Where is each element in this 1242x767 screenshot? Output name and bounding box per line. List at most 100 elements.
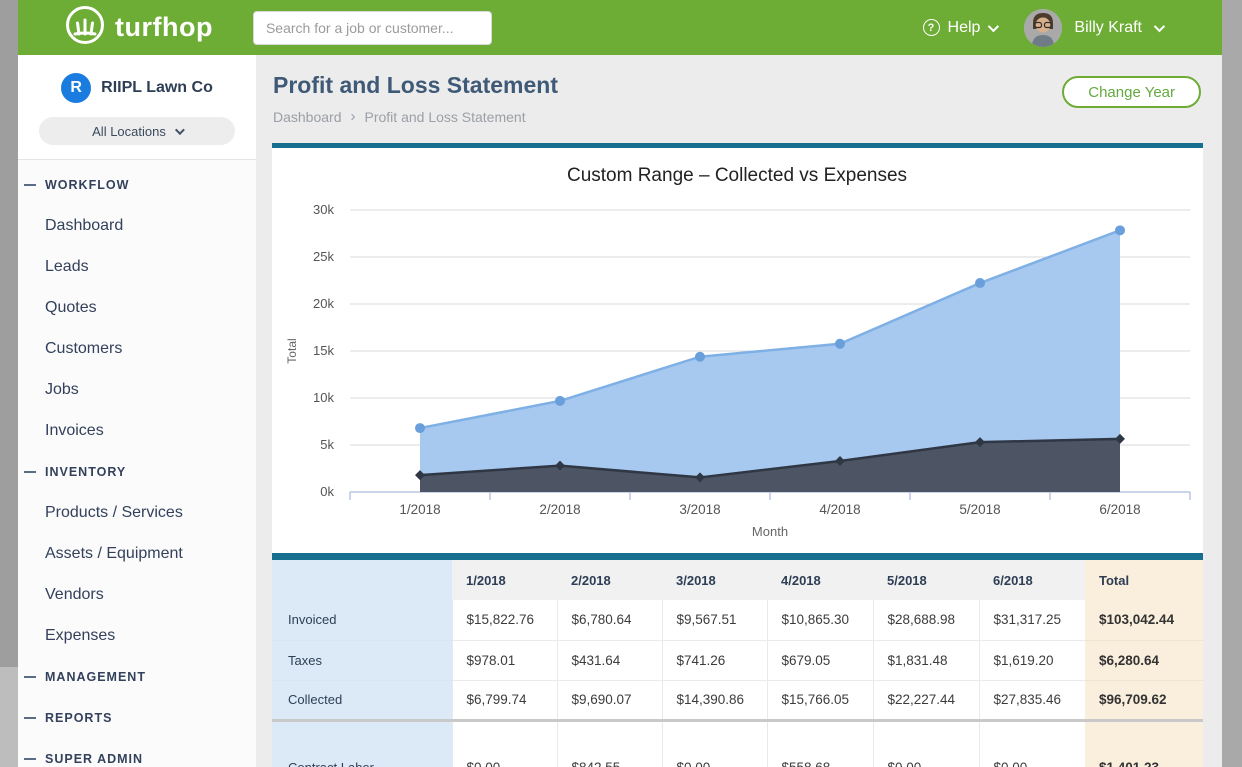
- location-filter-dropdown[interactable]: All Locations: [39, 117, 235, 145]
- nav-label: Vendors: [45, 586, 104, 604]
- column-header-1-2018: 1/2018: [452, 560, 557, 600]
- point-collected-4-2018[interactable]: [835, 339, 845, 349]
- cell-collected-5-2018: $22,227.44: [873, 680, 979, 720]
- nav-label: INVENTORY: [45, 465, 126, 479]
- sidebar: R RIIPL Lawn Co All Locations WORKFLOW Da…: [18, 55, 256, 767]
- spacer-cell: [662, 720, 767, 748]
- cell-collected-total: $96,709.62: [1085, 680, 1203, 720]
- help-menu[interactable]: ? Help: [923, 19, 997, 37]
- cell-collected-4-2018: $15,766.05: [767, 680, 873, 720]
- nav-label: Jobs: [45, 381, 79, 399]
- user-menu[interactable]: Billy Kraft: [1024, 9, 1162, 47]
- cell-contract-labor-1-2018: $0.00: [452, 748, 557, 767]
- table-row-collected: Collected$6,799.74$9,690.07$14,390.86$15…: [272, 680, 1203, 720]
- cell-contract-labor-total: $1,401.23: [1085, 748, 1203, 767]
- table-row-taxes: Taxes$978.01$431.64$741.26$679.05$1,831.…: [272, 640, 1203, 680]
- cell-invoiced-total: $103,042.44: [1085, 600, 1203, 640]
- change-year-button[interactable]: Change Year: [1062, 76, 1201, 108]
- nav-label: Expenses: [45, 627, 115, 645]
- table-row-invoiced: Invoiced$15,822.76$6,780.64$9,567.51$10,…: [272, 600, 1203, 640]
- cell-invoiced-2-2018: $6,780.64: [557, 600, 662, 640]
- point-collected-1-2018[interactable]: [415, 423, 425, 433]
- right-scrollbar[interactable]: [1222, 0, 1242, 767]
- nav-label: Quotes: [45, 299, 97, 317]
- pl-chart-card: Custom Range – Collected vs Expenses 0k 5k…: [272, 143, 1203, 553]
- point-collected-5-2018[interactable]: [975, 278, 985, 288]
- sidebar-item-assets-equipment[interactable]: Assets / Equipment: [18, 533, 256, 574]
- cell-contract-labor-6-2018: $0.00: [979, 748, 1085, 767]
- company-logo-icon: R: [61, 73, 91, 103]
- cell-invoiced-5-2018: $28,688.98: [873, 600, 979, 640]
- chevron-down-icon: [988, 20, 999, 31]
- nav-label: WORKFLOW: [45, 178, 129, 192]
- sidebar-item-expenses[interactable]: Expenses: [18, 615, 256, 656]
- breadcrumb: Dashboard › Profit and Loss Statement: [273, 108, 1202, 125]
- sidebar-section-reports[interactable]: REPORTS: [18, 697, 256, 738]
- nav-label: Leads: [45, 258, 89, 276]
- x-axis-label: Month: [752, 524, 788, 539]
- sidebar-section-super-admin[interactable]: SUPER ADMIN: [18, 738, 256, 767]
- breadcrumb-dashboard[interactable]: Dashboard: [273, 109, 342, 125]
- row-label: Contract Labor: [272, 748, 452, 767]
- sidebar-item-quotes[interactable]: Quotes: [18, 287, 256, 328]
- top-header: turfhop ? Help: [18, 0, 1222, 55]
- sidebar-section-inventory[interactable]: INVENTORY: [18, 451, 256, 492]
- left-scrollbar-thumb[interactable]: [0, 0, 18, 667]
- left-scrollbar[interactable]: [0, 0, 18, 767]
- y-tick-label: 0k: [320, 484, 334, 499]
- help-icon: ?: [923, 19, 940, 36]
- nav-label: MANAGEMENT: [45, 670, 146, 684]
- sidebar-section-workflow[interactable]: WORKFLOW: [18, 164, 256, 205]
- spacer-cell: [873, 720, 979, 748]
- cell-taxes-6-2018: $1,619.20: [979, 640, 1085, 680]
- user-name: Billy Kraft: [1074, 19, 1142, 37]
- x-tick-label: 1/2018: [399, 502, 440, 517]
- nav-label: Dashboard: [45, 217, 123, 235]
- spacer-cell: [1085, 720, 1203, 748]
- cell-taxes-5-2018: $1,831.48: [873, 640, 979, 680]
- search-input[interactable]: [253, 11, 492, 45]
- column-header-total: Total: [1085, 560, 1203, 600]
- cell-invoiced-6-2018: $31,317.25: [979, 600, 1085, 640]
- section-dash-icon: [24, 758, 36, 760]
- avatar: [1024, 9, 1062, 47]
- sidebar-section-management[interactable]: MANAGEMENT: [18, 656, 256, 697]
- cell-taxes-2-2018: $431.64: [557, 640, 662, 680]
- cell-contract-labor-3-2018: $0.00: [662, 748, 767, 767]
- point-collected-6-2018[interactable]: [1115, 225, 1125, 235]
- sidebar-nav: WORKFLOW Dashboard Leads Quotes Customers Job…: [18, 164, 256, 767]
- nav-label: SUPER ADMIN: [45, 752, 143, 766]
- x-tick-label: 4/2018: [819, 502, 860, 517]
- cell-taxes-1-2018: $978.01: [452, 640, 557, 680]
- company-section: R RIIPL Lawn Co All Locations: [18, 55, 256, 160]
- sidebar-item-products-services[interactable]: Products / Services: [18, 492, 256, 533]
- y-tick-label: 5k: [320, 437, 334, 452]
- sidebar-item-vendors[interactable]: Vendors: [18, 574, 256, 615]
- help-label: Help: [948, 19, 981, 37]
- column-header-2-2018: 2/2018: [557, 560, 662, 600]
- brand-name: turfhop: [115, 12, 213, 43]
- point-collected-3-2018[interactable]: [695, 352, 705, 362]
- chart-title: Custom Range – Collected vs Expenses: [567, 165, 907, 186]
- cell-taxes-total: $6,280.64: [1085, 640, 1203, 680]
- y-axis-label: Total: [285, 338, 299, 363]
- x-tick-label: 3/2018: [679, 502, 720, 517]
- y-tick-label: 25k: [313, 249, 334, 264]
- pl-table: 1/20182/20183/20184/20185/20186/2018Tota…: [272, 560, 1203, 767]
- column-header-5-2018: 5/2018: [873, 560, 979, 600]
- cell-collected-2-2018: $9,690.07: [557, 680, 662, 720]
- sidebar-item-invoices[interactable]: Invoices: [18, 410, 256, 451]
- cell-taxes-3-2018: $741.26: [662, 640, 767, 680]
- table-row-contract-labor: Contract Labor$0.00$842.55$0.00$558.68$0…: [272, 748, 1203, 767]
- point-collected-2-2018[interactable]: [555, 396, 565, 406]
- x-tick-label: 5/2018: [959, 502, 1000, 517]
- column-header-3-2018: 3/2018: [662, 560, 767, 600]
- sidebar-item-leads[interactable]: Leads: [18, 246, 256, 287]
- section-dash-icon: [24, 184, 36, 186]
- cell-contract-labor-4-2018: $558.68: [767, 748, 873, 767]
- brand-logo[interactable]: turfhop: [65, 5, 213, 50]
- cell-invoiced-1-2018: $15,822.76: [452, 600, 557, 640]
- sidebar-item-jobs[interactable]: Jobs: [18, 369, 256, 410]
- sidebar-item-dashboard[interactable]: Dashboard: [18, 205, 256, 246]
- sidebar-item-customers[interactable]: Customers: [18, 328, 256, 369]
